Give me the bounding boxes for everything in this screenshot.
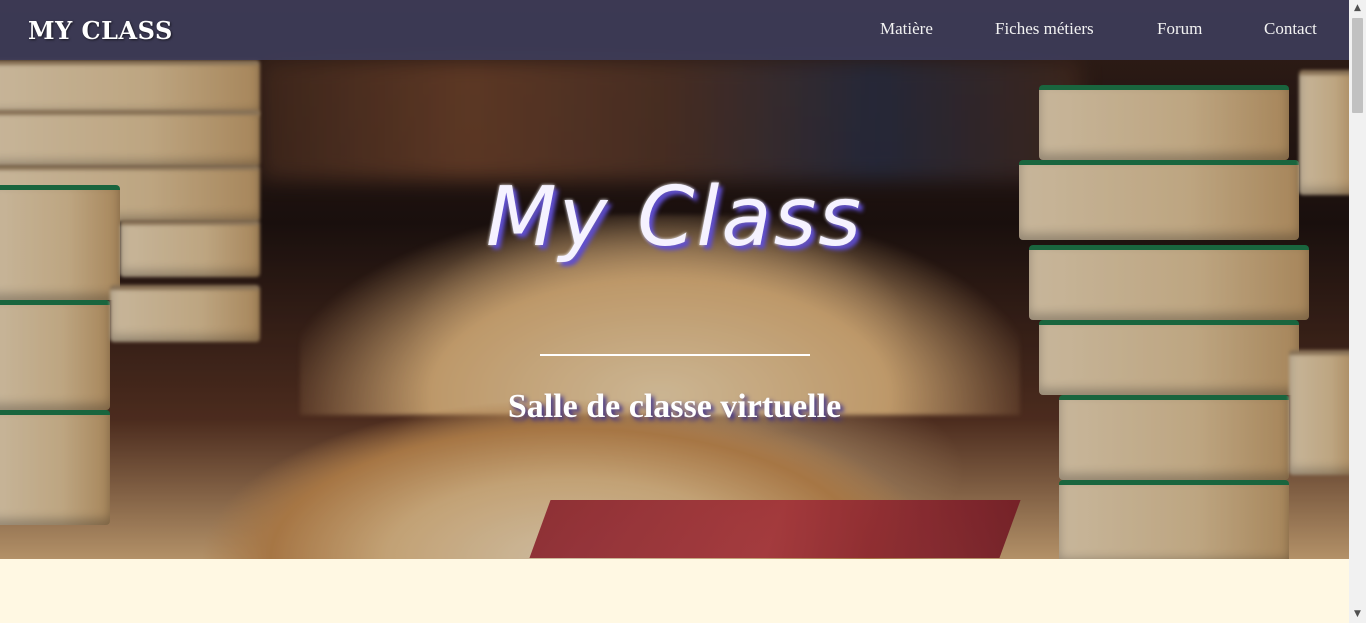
vertical-scrollbar[interactable]: ▲ ▼ <box>1349 0 1366 623</box>
brand-logo[interactable]: MY CLASS <box>28 16 173 45</box>
hero-subtitle: Salle de classe virtuelle <box>507 388 842 425</box>
nav-link-contact[interactable]: Contact <box>1264 19 1317 39</box>
nav-link-forum[interactable]: Forum <box>1157 19 1202 39</box>
nav-link-matiere[interactable]: Matière <box>880 19 933 39</box>
chevron-up-icon[interactable]: ▲ <box>1349 0 1366 17</box>
chevron-down-icon[interactable]: ▼ <box>1349 606 1366 623</box>
top-navbar: MY CLASS Matière Fiches métiers Forum Co… <box>0 0 1349 60</box>
hero-divider <box>540 354 810 356</box>
scroll-thumb[interactable] <box>1352 18 1363 113</box>
hero-banner <box>0 0 1349 559</box>
nav-link-fiches-metiers[interactable]: Fiches métiers <box>995 19 1094 39</box>
hero-title: My Class <box>485 170 864 265</box>
